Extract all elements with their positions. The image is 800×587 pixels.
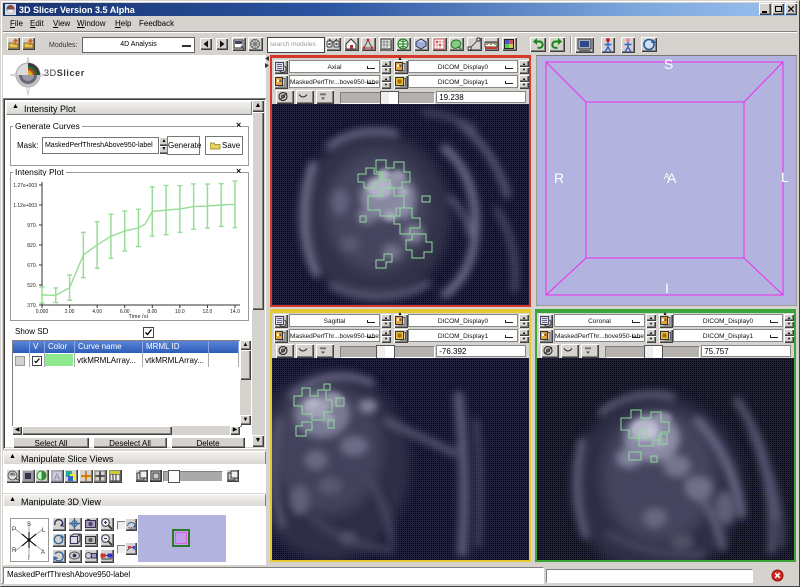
svg-text:10.0: 10.0 bbox=[175, 309, 185, 315]
svg-text:14.0: 14.0 bbox=[230, 309, 240, 315]
svg-text:I: I bbox=[665, 280, 669, 296]
svg-text:P: P bbox=[12, 527, 16, 533]
svg-text:0.000: 0.000 bbox=[36, 309, 49, 315]
svg-text:A: A bbox=[54, 472, 60, 482]
svg-text:Time (s): Time (s) bbox=[129, 314, 149, 318]
svg-text:360: 360 bbox=[128, 526, 136, 531]
svg-text:L: L bbox=[781, 169, 789, 185]
svg-text:L: L bbox=[42, 528, 46, 534]
svg-text:2.00: 2.00 bbox=[65, 309, 75, 315]
svg-text:S: S bbox=[664, 56, 673, 72]
svg-text:670.: 670. bbox=[27, 263, 37, 269]
svg-text:A: A bbox=[41, 550, 45, 556]
svg-text:12.0: 12.0 bbox=[203, 309, 213, 315]
svg-text:R: R bbox=[12, 548, 17, 554]
svg-text:R: R bbox=[554, 170, 564, 186]
svg-text:4.00: 4.00 bbox=[92, 309, 102, 315]
svg-text:8.00: 8.00 bbox=[147, 309, 157, 315]
svg-text:A: A bbox=[664, 172, 670, 181]
svg-text:820.: 820. bbox=[27, 243, 37, 249]
svg-text:I: I bbox=[28, 556, 30, 561]
svg-text:1.12e+003: 1.12e+003 bbox=[13, 203, 37, 209]
svg-text:520.: 520. bbox=[27, 283, 37, 289]
svg-text:970.: 970. bbox=[27, 223, 37, 229]
svg-text:S: S bbox=[27, 522, 31, 528]
svg-text:1.27e+003: 1.27e+003 bbox=[13, 183, 37, 189]
